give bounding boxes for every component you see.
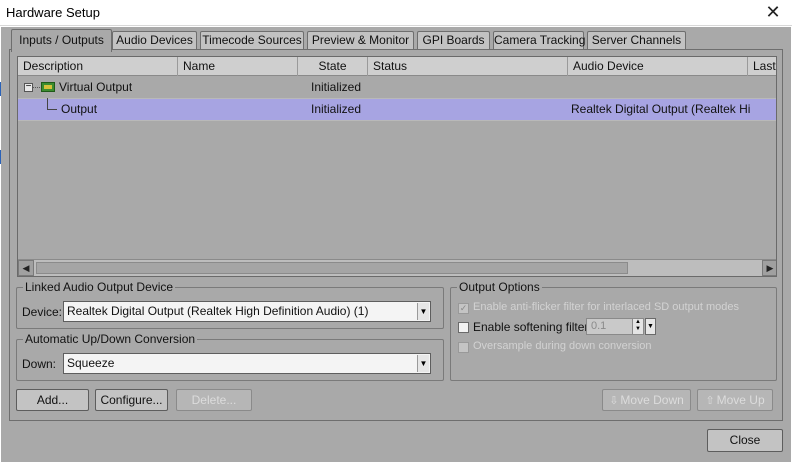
window-title: Hardware Setup — [6, 5, 100, 20]
group-legend: Automatic Up/Down Conversion — [23, 332, 198, 346]
group-legend: Linked Audio Output Device — [23, 280, 176, 294]
configure-button[interactable]: Configure... — [95, 389, 168, 411]
device-label: Device: — [22, 305, 63, 319]
column-header-state[interactable]: State — [298, 57, 368, 76]
grid-header: Description Name State Status Audio Devi… — [18, 57, 776, 76]
column-header-description[interactable]: Description — [18, 57, 178, 76]
horizontal-scrollbar[interactable]: ◀ ▶ — [18, 259, 776, 276]
tab-camera-tracking[interactable]: Camera Tracking — [493, 31, 585, 50]
chevron-down-icon: ▼ — [417, 355, 429, 372]
row-description: Output — [61, 102, 98, 116]
tab-gpi-boards[interactable]: GPI Boards — [417, 31, 490, 50]
collapse-icon[interactable]: − — [24, 82, 33, 92]
group-legend: Output Options — [457, 280, 542, 294]
title-bar: Hardware Setup ✕ — [0, 0, 792, 26]
move-up-button[interactable]: ⇧ Move Up — [697, 389, 773, 411]
add-button[interactable]: Add... — [16, 389, 89, 411]
scrollbar-thumb[interactable] — [36, 262, 628, 274]
row-description: Virtual Output — [59, 80, 133, 94]
down-label: Down: — [22, 357, 57, 371]
output-options-group: Output Options ✓ Enable anti-flicker fil… — [450, 280, 777, 381]
anti-flicker-checkbox[interactable]: ✓ — [458, 303, 469, 314]
row-state: Initialized — [311, 80, 362, 94]
oversample-label: Oversample during down conversion — [473, 340, 652, 352]
chevron-down-icon: ▼ — [417, 303, 429, 320]
outputs-grid: Description Name State Status Audio Devi… — [17, 56, 777, 277]
tree-connector — [33, 87, 40, 88]
anti-flicker-label: Enable anti-flicker filter for interlace… — [473, 301, 739, 313]
move-up-icon: ⇧ — [705, 395, 715, 407]
down-conversion-dropdown[interactable]: Squeeze ▼ — [63, 353, 431, 374]
softening-label: Enable softening filter — [473, 320, 589, 334]
tab-inputs-outputs[interactable]: Inputs / Outputs — [11, 29, 112, 52]
column-header-last[interactable]: Last — [748, 57, 776, 76]
board-icon — [41, 82, 55, 92]
close-window-icon[interactable]: ✕ — [762, 2, 784, 24]
inputs-outputs-panel: Description Name State Status Audio Devi… — [9, 49, 783, 421]
softening-value-stepper[interactable]: 0.1 ▲ ▼ — [586, 318, 644, 335]
audio-device-dropdown[interactable]: Realtek Digital Output (Realtek High Def… — [63, 301, 431, 322]
delete-button[interactable]: Delete... — [176, 389, 252, 411]
table-row[interactable]: − Virtual Output Initialized — [18, 77, 776, 99]
move-down-icon: ⇩ — [609, 395, 619, 407]
dropdown-value: Squeeze — [67, 356, 115, 370]
dropdown-value: Realtek Digital Output (Realtek High Def… — [67, 304, 369, 318]
scroll-left-icon[interactable]: ◀ — [18, 260, 34, 276]
tab-server-channels[interactable]: Server Channels — [587, 31, 686, 50]
column-header-audio-device[interactable]: Audio Device — [568, 57, 748, 76]
table-row[interactable]: Output Initialized Realtek Digital Outpu… — [18, 98, 776, 121]
column-header-status[interactable]: Status — [368, 57, 568, 76]
tree-connector — [47, 98, 57, 110]
close-button[interactable]: Close — [707, 429, 783, 452]
softening-checkbox[interactable] — [458, 322, 469, 333]
oversample-checkbox[interactable] — [458, 342, 469, 353]
conversion-group: Automatic Up/Down Conversion Down: Squee… — [16, 332, 444, 381]
move-up-label: Move Up — [716, 393, 765, 407]
linked-audio-group: Linked Audio Output Device Device: Realt… — [16, 280, 444, 329]
row-state: Initialized — [311, 102, 362, 116]
spin-down-icon[interactable]: ▼ — [633, 326, 643, 333]
spin-up-icon[interactable]: ▲ — [633, 319, 643, 326]
move-down-label: Move Down — [620, 393, 684, 407]
spin-arrows-icon[interactable]: ▲ ▼ — [632, 319, 643, 334]
tab-preview-monitor[interactable]: Preview & Monitor — [307, 31, 414, 50]
stepper-value: 0.1 — [591, 320, 607, 332]
softening-dropdown-icon[interactable]: ▼ — [645, 318, 656, 335]
move-down-button[interactable]: ⇩ Move Down — [602, 389, 691, 411]
tab-audio-devices[interactable]: Audio Devices — [112, 31, 197, 50]
scroll-right-icon[interactable]: ▶ — [762, 260, 776, 276]
column-header-name[interactable]: Name — [178, 57, 298, 76]
dialog-client-area: Inputs / Outputs Audio Devices Timecode … — [1, 27, 791, 462]
tab-timecode-sources[interactable]: Timecode Sources — [200, 31, 304, 50]
row-audio-device: Realtek Digital Output (Realtek Hi... — [571, 102, 751, 116]
